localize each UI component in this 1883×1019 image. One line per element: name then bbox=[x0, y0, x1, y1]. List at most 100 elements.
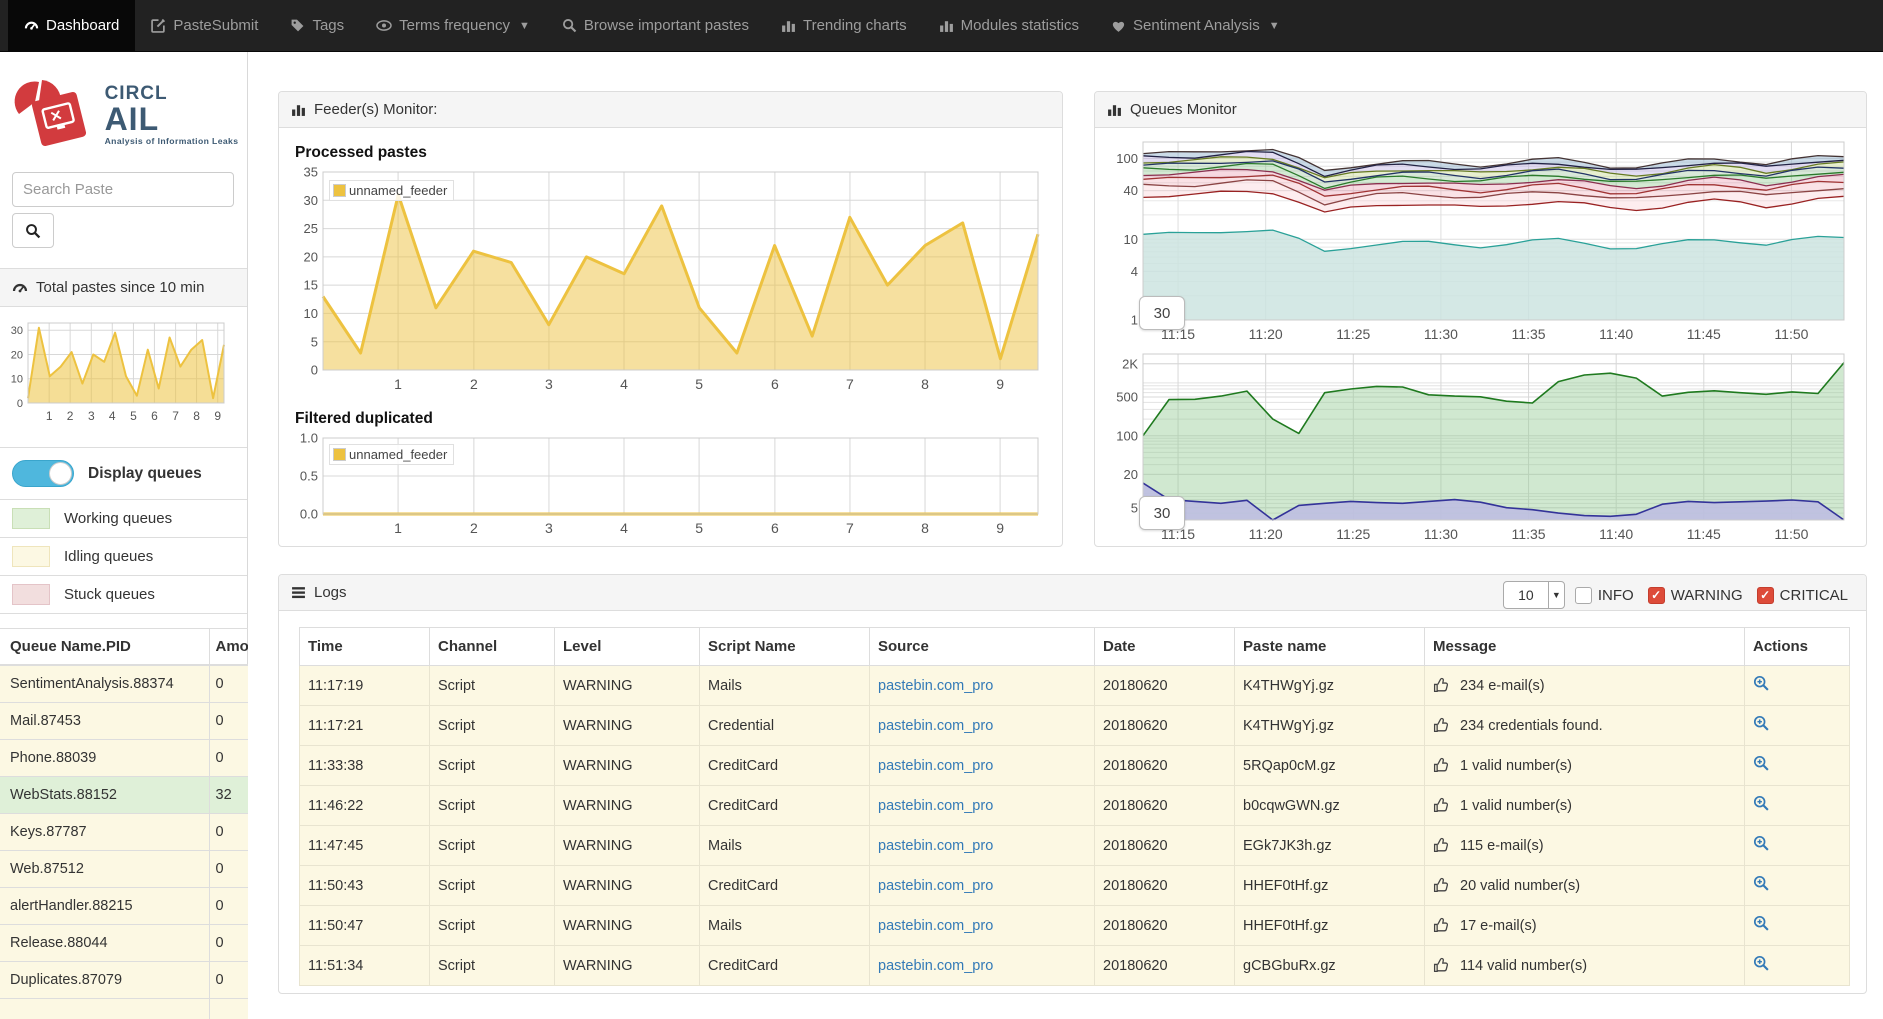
tag-icon bbox=[290, 18, 305, 33]
show-paste-button[interactable] bbox=[1753, 915, 1770, 936]
source-link[interactable]: pastebin.com_pro bbox=[878, 958, 993, 974]
queue-row[interactable]: Mail.874530 bbox=[0, 703, 248, 740]
chart-icon bbox=[939, 18, 954, 33]
svg-text:2: 2 bbox=[470, 376, 478, 392]
queue-row[interactable]: Duplicates.870790 bbox=[0, 962, 248, 999]
svg-text:11:50: 11:50 bbox=[1774, 526, 1808, 542]
show-paste-button[interactable] bbox=[1753, 955, 1770, 976]
svg-text:9: 9 bbox=[996, 376, 1004, 392]
queue-row[interactable]: Web.875120 bbox=[0, 851, 248, 888]
nav-item-browse-important-pastes[interactable]: Browse important pastes bbox=[546, 0, 765, 51]
log-row: 11:51:34ScriptWARNINGCreditCardpastebin.… bbox=[300, 946, 1850, 986]
svg-text:5: 5 bbox=[311, 334, 318, 349]
chart-legend: unnamed_feeder bbox=[329, 180, 454, 201]
thumbs-up-icon bbox=[1433, 677, 1450, 694]
svg-text:30: 30 bbox=[304, 193, 318, 208]
source-link[interactable]: pastebin.com_pro bbox=[878, 718, 993, 734]
filter-checkbox-info[interactable] bbox=[1575, 587, 1592, 604]
show-paste-button[interactable] bbox=[1753, 795, 1770, 816]
legend-label: Idling queues bbox=[64, 548, 153, 565]
log-time: 11:51:34 bbox=[300, 946, 430, 986]
svg-text:11:20: 11:20 bbox=[1249, 526, 1283, 542]
search-paste-input[interactable] bbox=[12, 172, 234, 207]
queue-amount: 0 bbox=[209, 703, 248, 740]
log-level: WARNING bbox=[555, 906, 700, 946]
display-queues-toggle[interactable] bbox=[12, 460, 74, 487]
log-source: pastebin.com_pro bbox=[870, 866, 1095, 906]
queues-top-badge[interactable]: 30 bbox=[1139, 296, 1185, 330]
svg-text:500: 500 bbox=[1116, 390, 1138, 405]
nav-item-tags[interactable]: Tags bbox=[274, 0, 360, 51]
source-link[interactable]: pastebin.com_pro bbox=[878, 838, 993, 854]
legend-swatch bbox=[12, 546, 50, 567]
source-link[interactable]: pastebin.com_pro bbox=[878, 758, 993, 774]
svg-text:100: 100 bbox=[1116, 151, 1138, 166]
svg-text:11:35: 11:35 bbox=[1512, 526, 1546, 542]
svg-text:6: 6 bbox=[771, 520, 779, 536]
queue-row[interactable] bbox=[0, 999, 248, 1019]
log-actions bbox=[1745, 866, 1850, 906]
svg-text:0: 0 bbox=[311, 363, 318, 378]
queue-amount: 0 bbox=[209, 925, 248, 962]
svg-text:11:45: 11:45 bbox=[1687, 326, 1721, 342]
filter-checkbox-warning[interactable]: ✓ bbox=[1648, 587, 1665, 604]
ail-logo-icon bbox=[9, 78, 97, 152]
filter-label-info: INFO bbox=[1598, 587, 1634, 604]
svg-text:11:50: 11:50 bbox=[1774, 326, 1808, 342]
legend-stuck-queues: Stuck queues bbox=[0, 576, 247, 614]
show-paste-button[interactable] bbox=[1753, 835, 1770, 856]
log-source: pastebin.com_pro bbox=[870, 786, 1095, 826]
source-link[interactable]: pastebin.com_pro bbox=[878, 678, 993, 694]
show-paste-button[interactable] bbox=[1753, 675, 1770, 696]
source-link[interactable]: pastebin.com_pro bbox=[878, 798, 993, 814]
magnifier-plus-icon bbox=[1753, 795, 1770, 812]
queue-row[interactable]: alertHandler.882150 bbox=[0, 888, 248, 925]
queue-row[interactable]: SentimentAnalysis.883740 bbox=[0, 665, 248, 703]
nav-item-sentiment-analysis[interactable]: Sentiment Analysis▼ bbox=[1095, 0, 1296, 51]
nav-item-terms-frequency[interactable]: Terms frequency▼ bbox=[360, 0, 546, 51]
queue-row[interactable]: WebStats.8815232 bbox=[0, 777, 248, 814]
queue-name: SentimentAnalysis.88374 bbox=[0, 665, 209, 703]
nav-item-pastesubmit[interactable]: PasteSubmit bbox=[135, 0, 274, 51]
svg-text:2: 2 bbox=[470, 520, 478, 536]
legend-label: Stuck queues bbox=[64, 586, 155, 603]
show-paste-button[interactable] bbox=[1753, 715, 1770, 736]
page-size-select[interactable]: 10 ▼ bbox=[1503, 581, 1565, 609]
nav-item-dashboard[interactable]: Dashboard bbox=[8, 0, 135, 51]
logs-panel: Logs 10 ▼ INFO✓WARNING✓CRITICAL TimeChan… bbox=[278, 574, 1867, 994]
nav-item-modules-statistics[interactable]: Modules statistics bbox=[923, 0, 1095, 51]
svg-text:3: 3 bbox=[88, 409, 95, 423]
queues-bottom-badge[interactable]: 30 bbox=[1139, 496, 1185, 530]
log-message: 234 credentials found. bbox=[1425, 706, 1745, 746]
nav-item-trending-charts[interactable]: Trending charts bbox=[765, 0, 923, 51]
circl-ail-logo: CIRCL AIL Analysis of Information Leaks bbox=[6, 78, 241, 152]
log-date: 20180620 bbox=[1095, 666, 1235, 706]
queue-row[interactable]: Phone.880390 bbox=[0, 740, 248, 777]
log-source: pastebin.com_pro bbox=[870, 826, 1095, 866]
show-paste-button[interactable] bbox=[1753, 875, 1770, 896]
source-link[interactable]: pastebin.com_pro bbox=[878, 878, 993, 894]
show-paste-button[interactable] bbox=[1753, 755, 1770, 776]
log-date: 20180620 bbox=[1095, 826, 1235, 866]
svg-text:4: 4 bbox=[1131, 264, 1138, 279]
svg-text:11:40: 11:40 bbox=[1599, 326, 1633, 342]
thumbs-up-icon bbox=[1433, 877, 1450, 894]
search-button[interactable] bbox=[12, 213, 54, 248]
svg-text:10: 10 bbox=[1124, 232, 1138, 247]
log-paste-name: HHEF0tHf.gz bbox=[1235, 866, 1425, 906]
svg-text:4: 4 bbox=[109, 409, 116, 423]
legend-swatch bbox=[333, 184, 346, 197]
log-message: 1 valid number(s) bbox=[1425, 786, 1745, 826]
log-message: 114 valid number(s) bbox=[1425, 946, 1745, 986]
queue-row[interactable]: Release.880440 bbox=[0, 925, 248, 962]
log-script: Mails bbox=[700, 906, 870, 946]
queue-row[interactable]: Keys.877870 bbox=[0, 814, 248, 851]
logs-header-script-name: Script Name bbox=[700, 628, 870, 666]
source-link[interactable]: pastebin.com_pro bbox=[878, 918, 993, 934]
filter-checkbox-critical[interactable]: ✓ bbox=[1757, 587, 1774, 604]
filtered-duplicated-chart: unnamed_feeder 0.00.51.0123456789 bbox=[293, 432, 1048, 542]
svg-text:3: 3 bbox=[545, 520, 553, 536]
log-actions bbox=[1745, 946, 1850, 986]
heart-icon bbox=[1111, 19, 1126, 33]
svg-text:11:35: 11:35 bbox=[1512, 326, 1546, 342]
